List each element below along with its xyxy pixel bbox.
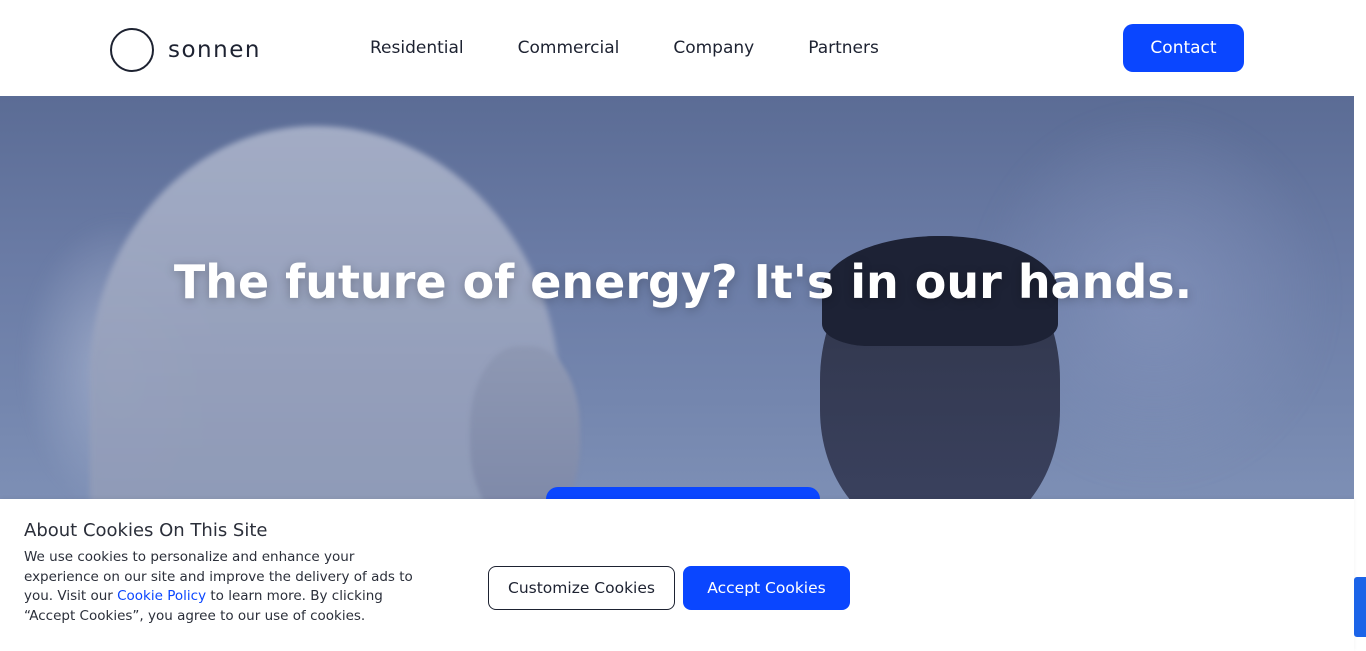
- cookie-banner-text: We use cookies to personalize and enhanc…: [24, 548, 424, 626]
- nav-item-commercial[interactable]: Commercial: [518, 36, 620, 60]
- side-feedback-tab[interactable]: [1354, 577, 1366, 637]
- cookie-banner-title: About Cookies On This Site: [24, 520, 268, 541]
- hero-headline: The future of energy? It's in our hands.: [173, 255, 1193, 309]
- page: sonnen Residential Commercial Company Pa…: [0, 0, 1366, 651]
- nav-item-residential[interactable]: Residential: [370, 36, 464, 60]
- nav-item-partners[interactable]: Partners: [808, 36, 879, 60]
- hero-woman-face: [470, 346, 580, 499]
- sonnen-ring-icon: [110, 28, 154, 72]
- cookie-policy-link[interactable]: Cookie Policy: [117, 588, 206, 604]
- nav-item-company[interactable]: Company: [673, 36, 754, 60]
- accept-cookies-button[interactable]: Accept Cookies: [683, 566, 850, 610]
- customize-cookies-button[interactable]: Customize Cookies: [488, 566, 675, 610]
- main-nav: Residential Commercial Company Partners: [370, 36, 933, 60]
- site-header: sonnen Residential Commercial Company Pa…: [0, 0, 1366, 96]
- logo-wordmark: sonnen: [168, 37, 261, 63]
- cookie-banner: About Cookies On This Site We use cookie…: [0, 499, 1354, 651]
- sonnen-logo[interactable]: sonnen: [110, 25, 261, 75]
- contact-button[interactable]: Contact: [1123, 24, 1244, 72]
